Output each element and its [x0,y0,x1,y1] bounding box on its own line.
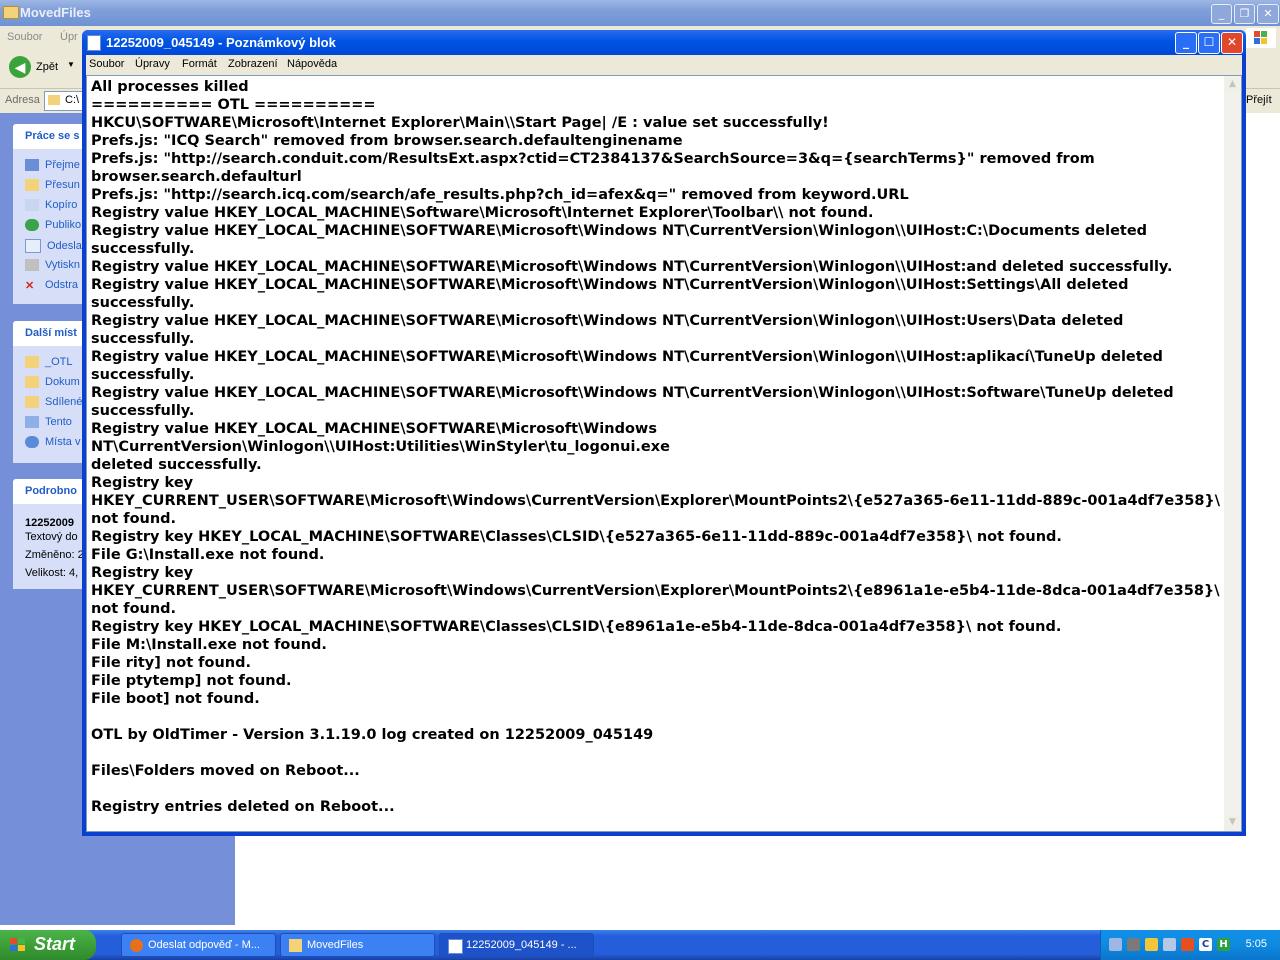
task-item-email[interactable]: Odeslat [25,239,85,253]
computer-icon [25,416,39,429]
folder-icon [25,396,39,409]
notepad-title-bar[interactable]: 12252009_045149 - Poznámkový blok _ ☐ ✕ [82,30,1246,55]
menu-soubor[interactable]: Soubor [7,31,42,43]
taskbar-item-notepad[interactable]: 12252009_045149 - ... [439,933,594,957]
volume-icon[interactable] [1181,938,1194,951]
details-name: 12252009 [25,517,74,529]
taskbar-item-label: Odeslat odpověď - M... [148,939,260,951]
explorer-title-bar[interactable]: MovedFiles _ ❐ ✕ [0,0,1280,26]
place-item-documents[interactable]: Dokum [25,376,80,389]
minimize-button[interactable]: _ [1211,4,1232,24]
back-label[interactable]: Zpět [36,61,58,73]
bluetooth-icon[interactable] [1163,938,1176,951]
windows-logo [1246,28,1276,48]
taskbar-item-label: MovedFiles [307,939,364,951]
details-type: Textový do [25,531,78,543]
globe-icon [25,219,39,232]
mail-icon[interactable] [1145,938,1158,951]
menu-zobrazeni[interactable]: Zobrazení [228,58,278,70]
task-item-move[interactable]: Přejme [25,159,80,172]
network-icon[interactable] [1109,938,1122,951]
folder-icon [289,939,302,952]
folder-icon [48,95,60,105]
taskbar-item-label: 12252009_045149 - ... [466,939,577,951]
maximize-button[interactable]: ☐ [1198,32,1220,54]
folder-icon [25,356,39,369]
place-item-otl[interactable]: _OTL [25,356,73,369]
rename-icon [25,159,39,172]
place-item-shared[interactable]: Sdílené [25,396,82,409]
maximize-button[interactable]: ❐ [1234,4,1255,24]
notepad-icon [87,35,101,51]
close-button[interactable]: ✕ [1221,32,1243,54]
printer-icon [25,259,39,272]
taskbar-item-movedfiles[interactable]: MovedFiles [280,933,435,957]
vertical-scrollbar[interactable]: ▲ ▼ [1224,76,1241,831]
system-tray: C H 5:05 [1100,930,1280,960]
folder-icon [25,376,39,389]
menu-format[interactable]: Formát [182,58,217,70]
task-item-move-to[interactable]: Přesun [25,179,80,192]
back-icon[interactable]: ◀ [9,56,31,78]
address-input[interactable]: C:\ [44,91,86,111]
minimize-button[interactable]: _ [1175,32,1197,54]
place-item-my-computer[interactable]: Tento [25,416,72,429]
network-icon [25,436,39,449]
explorer-title: MovedFiles [20,5,91,20]
taskbar: Start Odeslat odpověď - M... MovedFiles … [0,930,1280,960]
email-icon [25,239,41,253]
clock[interactable]: 5:05 [1246,938,1267,950]
notepad-text[interactable]: All processes killed ========== OTL ====… [91,78,1221,816]
h-icon[interactable]: H [1217,938,1230,951]
notepad-window: 12252009_045149 - Poznámkový blok _ ☐ ✕ … [82,30,1246,836]
task-item-delete[interactable]: ✕ Odstra [25,279,78,293]
details-panel-title[interactable]: Podrobno [25,485,77,497]
menu-upravy[interactable]: Úpr [60,31,78,43]
address-label: Adresa [5,94,40,106]
menu-napoveda[interactable]: Nápověda [287,58,337,70]
chevron-down-icon[interactable]: ▼ [67,60,75,69]
address-value: C:\ [65,94,80,106]
places-panel-title[interactable]: Další míst [25,327,77,339]
notepad-icon [448,939,463,954]
menu-soubor[interactable]: Soubor [89,58,124,70]
safely-remove-icon[interactable] [1127,938,1140,951]
notepad-menu-bar: Soubor Úpravy Formát Zobrazení Nápověda [86,55,1242,75]
start-label: Start [34,934,76,954]
scroll-up-arrow-icon[interactable]: ▲ [1225,77,1240,92]
windows-flag-icon [10,938,26,952]
task-item-print[interactable]: Vytiskn [25,259,80,272]
c-icon[interactable]: C [1199,938,1212,951]
move-icon [25,179,39,192]
scroll-down-arrow-icon[interactable]: ▼ [1225,815,1240,830]
details-size: Velikost: 4, [25,567,79,579]
delete-icon: ✕ [25,280,35,293]
menu-upravy[interactable]: Úpravy [135,58,170,70]
taskbar-item-firefox[interactable]: Odeslat odpověď - M... [121,933,276,957]
task-item-copy[interactable]: Kopíro [25,199,77,212]
details-modified: Změněno: 2 [25,549,84,561]
close-button[interactable]: ✕ [1257,4,1279,24]
place-item-network[interactable]: Místa v [25,436,80,449]
folder-icon [3,6,19,19]
go-button[interactable]: Přejít [1246,94,1272,106]
firefox-icon [130,939,143,952]
notepad-text-area[interactable]: All processes killed ========== OTL ====… [86,75,1242,832]
start-button[interactable]: Start [0,930,96,960]
task-item-publish[interactable]: Publiko [25,219,81,232]
tasks-panel-title[interactable]: Práce se s [25,130,79,142]
copy-icon [25,199,39,212]
notepad-title: 12252009_045149 - Poznámkový blok [106,35,336,50]
